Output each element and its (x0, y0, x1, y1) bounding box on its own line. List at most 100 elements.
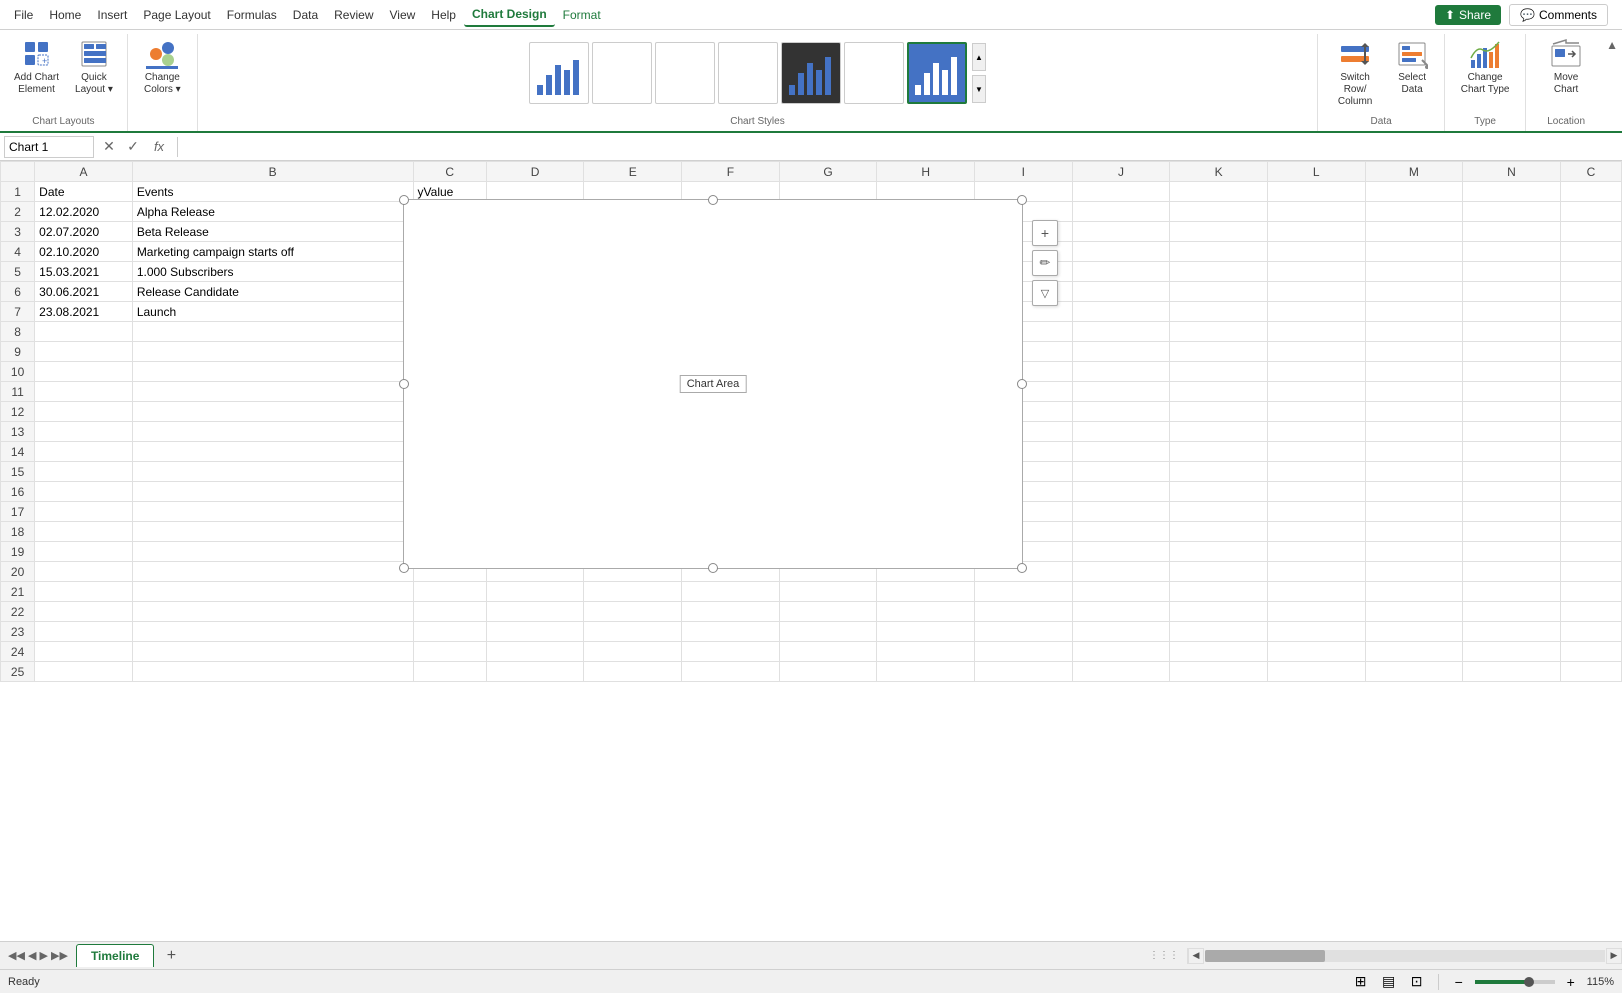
col-header-b[interactable]: B (132, 162, 413, 182)
cell[interactable] (1170, 602, 1268, 622)
cell[interactable] (132, 642, 413, 662)
cell[interactable] (1170, 402, 1268, 422)
cell[interactable] (682, 622, 780, 642)
cell[interactable] (35, 342, 133, 362)
cell[interactable] (1463, 222, 1561, 242)
chart-add-element-btn[interactable]: + (1032, 220, 1058, 246)
cell[interactable] (1072, 222, 1170, 242)
col-header-i[interactable]: I (974, 162, 1072, 182)
chart-style-3[interactable] (655, 42, 715, 104)
ribbon-collapse-btn[interactable]: ▲ (1606, 34, 1622, 131)
cell[interactable] (779, 602, 877, 622)
handle-tl[interactable] (399, 195, 409, 205)
cell[interactable] (1560, 402, 1621, 422)
select-data-button[interactable]: Select Data (1388, 34, 1436, 100)
cell[interactable] (1072, 602, 1170, 622)
cell[interactable] (1560, 222, 1621, 242)
cell[interactable] (1267, 362, 1365, 382)
cell[interactable] (682, 602, 780, 622)
cell[interactable] (1267, 342, 1365, 362)
handle-ml[interactable] (399, 379, 409, 389)
cell[interactable] (1463, 442, 1561, 462)
cell[interactable] (1072, 542, 1170, 562)
cell[interactable] (1463, 242, 1561, 262)
cell[interactable] (1560, 462, 1621, 482)
cell[interactable] (413, 662, 486, 682)
chart-style-1[interactable] (529, 42, 589, 104)
name-box[interactable] (4, 136, 94, 158)
cell[interactable]: Beta Release (132, 222, 413, 242)
cell[interactable] (132, 462, 413, 482)
cell[interactable] (1072, 402, 1170, 422)
normal-view-btn[interactable]: ⊞ (1350, 971, 1372, 993)
cell[interactable] (1267, 202, 1365, 222)
cell[interactable] (1365, 482, 1463, 502)
cell[interactable] (35, 502, 133, 522)
menu-home[interactable]: Home (41, 4, 89, 26)
cell[interactable] (1072, 182, 1170, 202)
cell[interactable] (1365, 562, 1463, 582)
cell[interactable] (1170, 262, 1268, 282)
cell[interactable]: 23.08.2021 (35, 302, 133, 322)
cell[interactable] (1560, 422, 1621, 442)
cell[interactable] (1560, 442, 1621, 462)
cell[interactable]: Alpha Release (132, 202, 413, 222)
cell[interactable] (1170, 422, 1268, 442)
sheet-tab-add-button[interactable]: + (160, 945, 182, 967)
handle-tr[interactable] (1017, 195, 1027, 205)
col-header-f[interactable]: F (682, 162, 780, 182)
chart-style-7[interactable] (907, 42, 967, 104)
cell[interactable] (1463, 602, 1561, 622)
cell[interactable] (1267, 442, 1365, 462)
switch-row-column-button[interactable]: Switch Row/ Column (1326, 34, 1384, 112)
cell[interactable] (1463, 402, 1561, 422)
cell[interactable] (1170, 662, 1268, 682)
cell[interactable] (1365, 422, 1463, 442)
cell[interactable] (1170, 242, 1268, 262)
cell[interactable] (1365, 522, 1463, 542)
cell[interactable] (1170, 282, 1268, 302)
cell[interactable] (1267, 222, 1365, 242)
cell[interactable] (1365, 582, 1463, 602)
cell[interactable] (1170, 462, 1268, 482)
cell[interactable] (35, 362, 133, 382)
cell[interactable] (132, 622, 413, 642)
cell[interactable] (584, 602, 682, 622)
cell[interactable] (1365, 462, 1463, 482)
cell[interactable] (1365, 182, 1463, 202)
cell[interactable] (584, 622, 682, 642)
cell[interactable] (486, 582, 584, 602)
handle-mr[interactable] (1017, 379, 1027, 389)
cell[interactable] (1560, 242, 1621, 262)
cell[interactable] (1365, 642, 1463, 662)
cell[interactable] (1170, 202, 1268, 222)
cell[interactable] (1463, 322, 1561, 342)
scroll-left-btn[interactable]: ◀ (1188, 948, 1204, 964)
menu-insert[interactable]: Insert (89, 4, 135, 26)
menu-chart-design[interactable]: Chart Design (464, 3, 555, 27)
change-chart-type-button[interactable]: Change Chart Type (1453, 34, 1517, 100)
cell[interactable] (1365, 502, 1463, 522)
chart-style-6[interactable] (844, 42, 904, 104)
page-layout-view-btn[interactable]: ▤ (1378, 971, 1400, 993)
cell[interactable] (974, 582, 1072, 602)
cell[interactable] (1072, 662, 1170, 682)
sheet-options-btn[interactable]: ⋮⋮⋮ (1141, 950, 1187, 961)
cell[interactable] (682, 582, 780, 602)
cell[interactable] (1560, 202, 1621, 222)
cell[interactable] (1560, 582, 1621, 602)
cell[interactable] (1560, 322, 1621, 342)
cell[interactable] (35, 462, 133, 482)
cell[interactable] (35, 322, 133, 342)
cell[interactable] (1170, 382, 1268, 402)
cell[interactable] (1463, 582, 1561, 602)
col-header-c[interactable]: C (413, 162, 486, 182)
cell[interactable] (1170, 582, 1268, 602)
cell[interactable]: Release Candidate (132, 282, 413, 302)
cell[interactable] (1072, 242, 1170, 262)
menu-review[interactable]: Review (326, 4, 381, 26)
cell[interactable] (1560, 522, 1621, 542)
col-header-a[interactable]: A (35, 162, 133, 182)
cell[interactable] (1365, 322, 1463, 342)
zoom-slider[interactable] (1475, 980, 1555, 984)
